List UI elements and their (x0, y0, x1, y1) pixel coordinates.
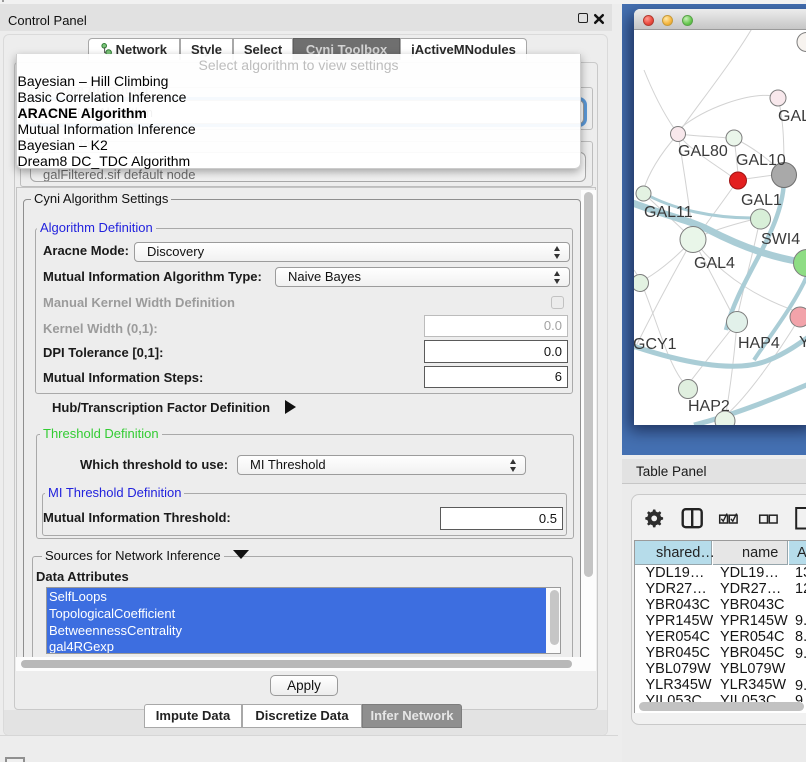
svg-text:GAL11: GAL11 (644, 204, 693, 221)
svg-text:GCY1: GCY1 (634, 336, 677, 353)
svg-text:SWI4: SWI4 (761, 231, 800, 248)
svg-text:HAP4: HAP4 (738, 335, 780, 352)
svg-text:GAL1: GAL1 (741, 192, 782, 209)
svg-text:HAP2: HAP2 (688, 398, 730, 415)
svg-text:GAL4: GAL4 (694, 255, 735, 272)
svg-text:Y: Y (799, 334, 806, 351)
svg-text:GAL8: GAL8 (778, 108, 806, 125)
svg-text:GAL10: GAL10 (736, 152, 786, 169)
svg-text:GAL80: GAL80 (678, 143, 728, 160)
